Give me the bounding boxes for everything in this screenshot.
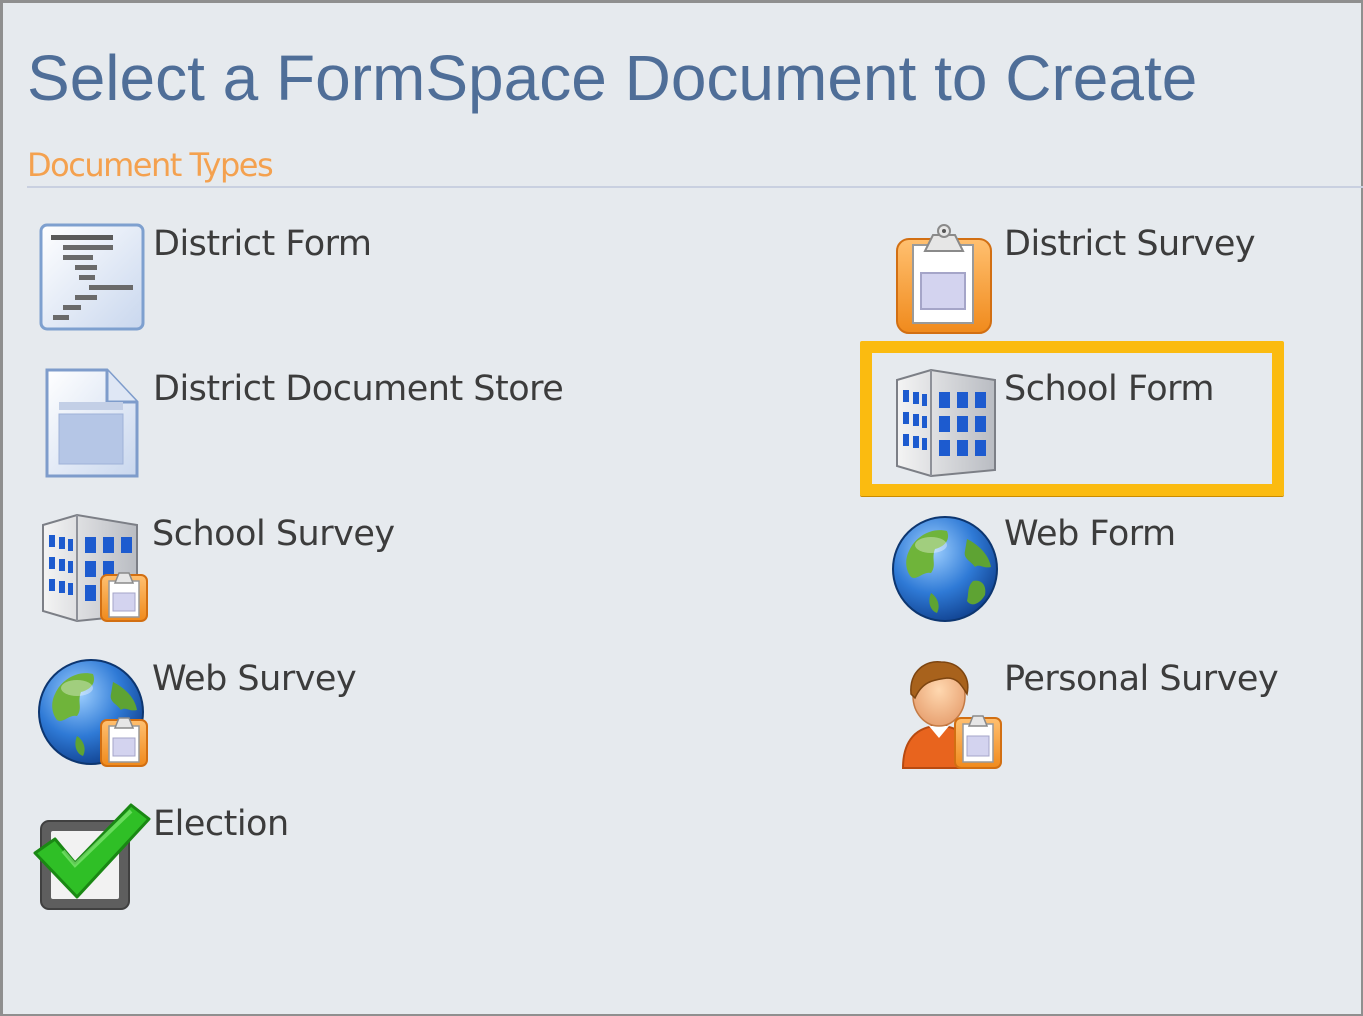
doc-type-label: Web Form (1004, 514, 1176, 554)
person-clipboard-icon (891, 656, 1009, 774)
doc-type-district-survey[interactable]: District Survey (891, 221, 1311, 341)
building-icon (891, 366, 1009, 484)
doc-type-personal-survey[interactable]: Personal Survey (891, 656, 1311, 776)
document-icon (37, 366, 155, 484)
doc-type-web-survey[interactable]: Web Survey (37, 656, 417, 776)
doc-type-web-form[interactable]: Web Form (891, 511, 1271, 631)
checkbox-checkmark-icon (33, 801, 151, 919)
district-form-icon (37, 221, 155, 339)
doc-type-label: School Survey (152, 514, 395, 554)
doc-type-district-document-store[interactable]: District Document Store (37, 366, 597, 486)
doc-type-label: Web Survey (152, 659, 357, 699)
doc-type-label: Personal Survey (1004, 659, 1279, 699)
section-header: Document Types (27, 144, 1363, 188)
doc-type-label: District Form (153, 224, 372, 264)
doc-type-school-survey[interactable]: School Survey (37, 511, 457, 631)
doc-type-school-form[interactable]: School Form (891, 366, 1271, 481)
building-clipboard-icon (37, 511, 155, 629)
document-chooser-panel: Select a FormSpace Document to Create Do… (0, 0, 1363, 1016)
doc-type-label: Election (153, 804, 289, 844)
doc-type-label: District Document Store (153, 369, 564, 409)
clipboard-icon (891, 221, 1009, 339)
doc-type-label: School Form (1004, 369, 1215, 409)
globe-clipboard-icon (37, 656, 155, 774)
doc-type-district-form[interactable]: District Form (37, 221, 537, 341)
doc-type-label: District Survey (1004, 224, 1256, 264)
globe-icon (891, 511, 1009, 629)
page-title: Select a FormSpace Document to Create (27, 42, 1198, 114)
section-title: Document Types (27, 146, 274, 184)
doc-type-election[interactable]: Election (33, 801, 373, 921)
